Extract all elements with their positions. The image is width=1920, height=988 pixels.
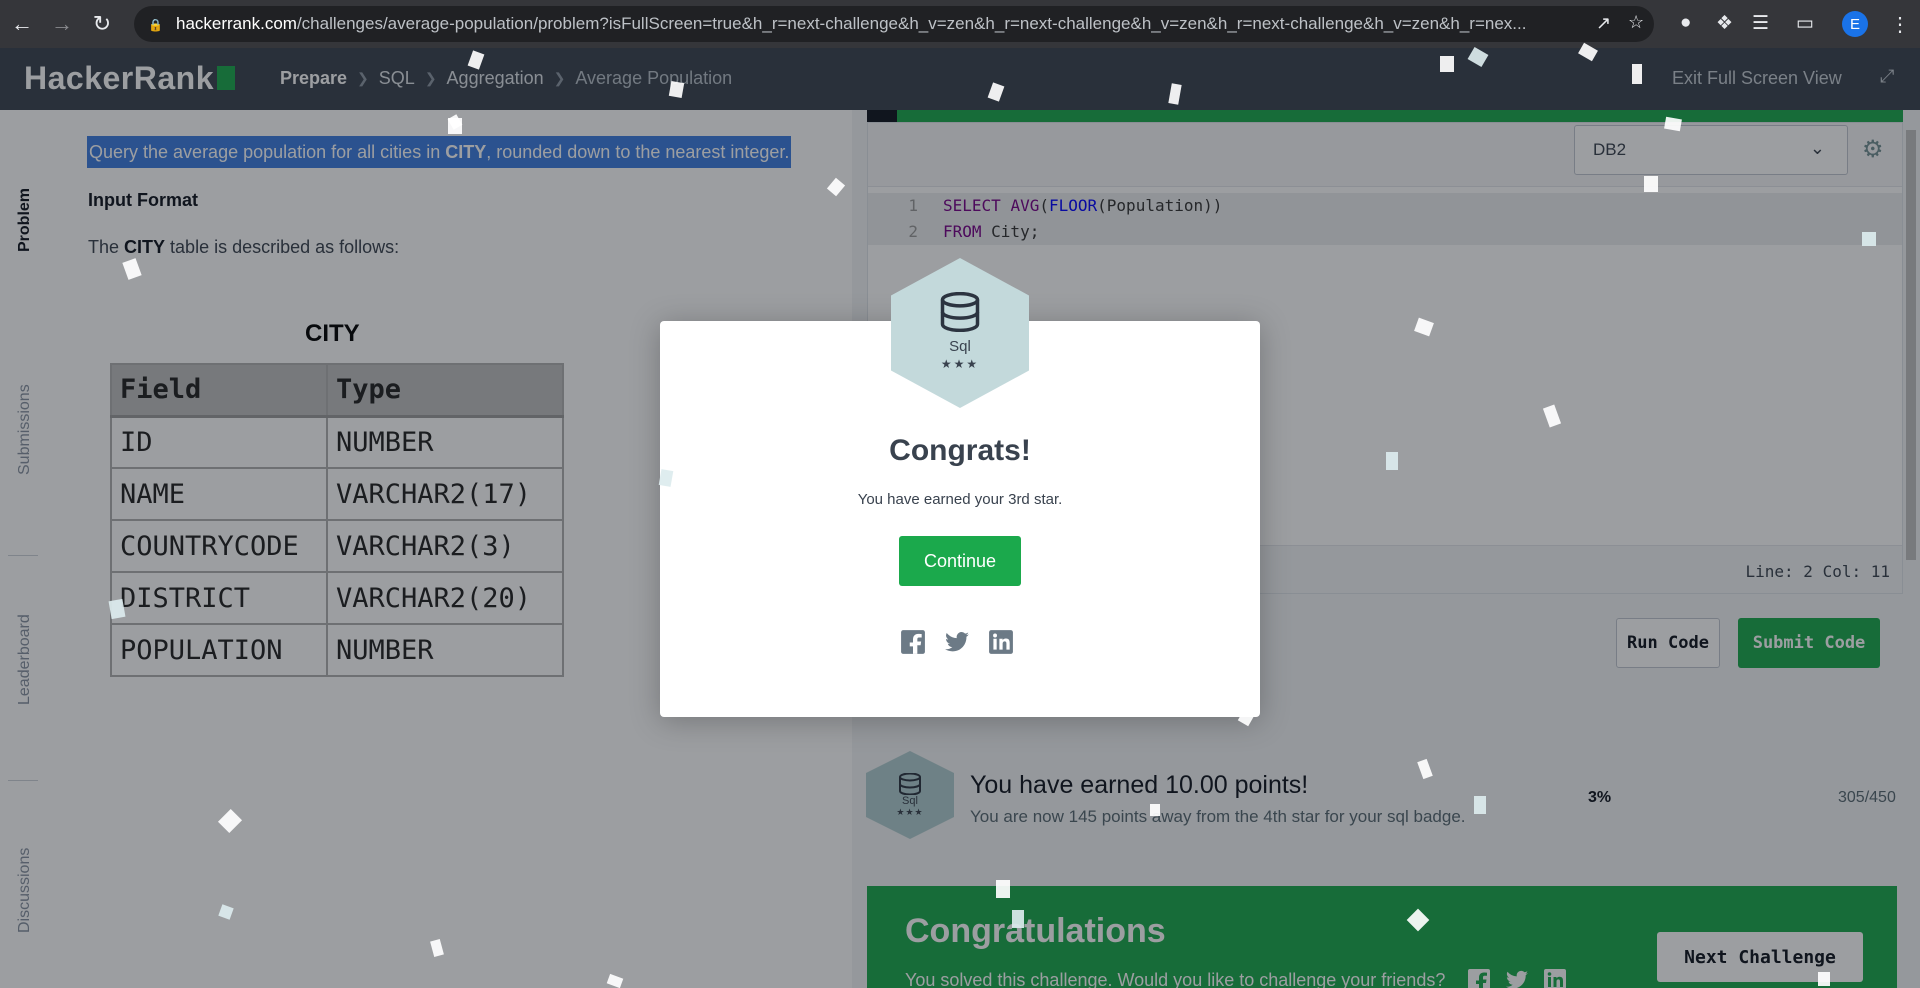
badge-name: Sql	[949, 337, 971, 355]
confetti-piece	[1862, 232, 1876, 246]
address-bar[interactable]: 🔒 hackerrank.com/challenges/average-popu…	[134, 6, 1654, 42]
extension-icon[interactable]: ●	[1680, 12, 1691, 34]
confetti-piece	[1644, 176, 1658, 192]
confetti-piece	[1012, 910, 1024, 928]
back-icon[interactable]: ←	[4, 6, 40, 42]
forward-icon[interactable]: →	[44, 6, 80, 42]
media-icon[interactable]: ☰	[1752, 12, 1769, 35]
profile-avatar[interactable]: E	[1842, 11, 1868, 37]
confetti-piece	[1632, 64, 1642, 84]
browser-toolbar: ← → ↻ 🔒 hackerrank.com/challenges/averag…	[0, 0, 1920, 48]
menu-icon[interactable]: ⋮	[1890, 12, 1910, 37]
confetti-piece	[108, 598, 126, 620]
confetti-piece	[996, 880, 1010, 898]
bookmark-star-icon[interactable]: ☆	[1628, 12, 1644, 33]
badge-stars: ★★★	[940, 356, 980, 371]
puzzle-icon[interactable]: ❖	[1716, 12, 1733, 35]
share-icon[interactable]: ↗	[1596, 13, 1611, 34]
reload-icon[interactable]: ↻	[84, 6, 120, 42]
confetti-piece	[668, 80, 685, 99]
confetti-piece	[1474, 796, 1486, 814]
confetti-piece	[1818, 972, 1830, 986]
twitter-icon[interactable]	[944, 629, 970, 655]
modal-subtitle: You have earned your 3rd star.	[857, 491, 1063, 508]
confetti-piece	[1664, 116, 1682, 132]
modal-title: Congrats!	[889, 434, 1031, 467]
linkedin-icon[interactable]	[988, 629, 1014, 655]
continue-button[interactable]: Continue	[899, 536, 1021, 586]
confetti-piece	[448, 118, 462, 134]
sidepanel-icon[interactable]: ▭	[1796, 12, 1814, 35]
database-icon	[940, 291, 980, 332]
confetti-piece	[1150, 804, 1160, 816]
facebook-icon[interactable]	[900, 629, 926, 655]
url-text[interactable]: hackerrank.com/challenges/average-popula…	[176, 14, 1576, 34]
confetti-piece	[1440, 56, 1454, 72]
sql-badge-content: Sql ★★★	[891, 258, 1029, 408]
lock-icon: 🔒	[148, 18, 163, 32]
confetti-piece	[1386, 452, 1398, 470]
